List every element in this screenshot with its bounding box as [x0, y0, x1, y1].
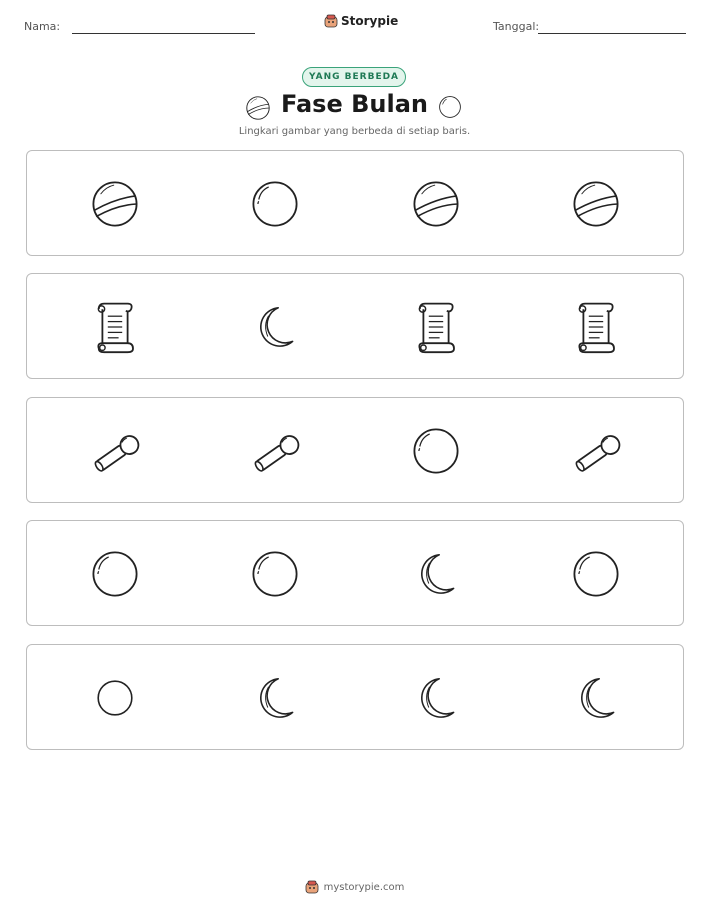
category-badge: YANG BERBEDA	[302, 67, 406, 87]
picture-option[interactable]	[406, 297, 466, 357]
crescent-moon-icon	[572, 672, 620, 724]
bubble-icon	[248, 547, 302, 601]
picture-option[interactable]	[245, 174, 305, 234]
brand-name: Storypie	[341, 14, 399, 28]
microphone-icon	[86, 424, 144, 478]
bubble-icon	[88, 547, 142, 601]
picture-option[interactable]	[245, 544, 305, 604]
brand-logo: Storypie	[324, 14, 398, 28]
name-label: Nama:	[24, 20, 61, 33]
picture-option[interactable]	[566, 297, 626, 357]
picture-option[interactable]	[406, 668, 466, 728]
microphone-icon	[246, 424, 304, 478]
full-moon-icon	[91, 674, 139, 722]
page-title: Fase Bulan	[281, 90, 428, 118]
microphone-icon	[567, 424, 625, 478]
ball-icon	[88, 177, 142, 231]
exercise-row	[26, 273, 684, 379]
picture-option[interactable]	[85, 668, 145, 728]
crescent-moon-icon	[412, 672, 460, 724]
picture-option[interactable]	[245, 421, 305, 481]
footer-url: mystorypie.com	[323, 881, 405, 893]
picture-option[interactable]	[566, 421, 626, 481]
title-icon-right	[437, 94, 463, 124]
date-label: Tanggal:	[493, 20, 540, 33]
storypie-mascot-icon	[324, 14, 338, 28]
instruction-text: Lingkari gambar yang berbeda di setiap b…	[238, 126, 471, 137]
picture-option[interactable]	[245, 668, 305, 728]
footer: mystorypie.com	[0, 880, 709, 894]
date-line[interactable]	[538, 33, 686, 34]
picture-option[interactable]	[85, 174, 145, 234]
crescent-moon-icon	[251, 672, 299, 724]
bubble-icon	[569, 547, 623, 601]
exercise-row	[26, 644, 684, 750]
picture-option[interactable]	[566, 174, 626, 234]
scroll-icon	[412, 300, 460, 354]
exercise-row	[26, 150, 684, 256]
scroll-icon	[91, 300, 139, 354]
bubble-icon	[439, 96, 461, 118]
picture-option[interactable]	[566, 544, 626, 604]
crescent-moon-icon	[251, 301, 299, 353]
picture-option[interactable]	[85, 544, 145, 604]
name-line[interactable]	[72, 33, 255, 34]
bubble-icon	[409, 424, 463, 478]
picture-option[interactable]	[406, 421, 466, 481]
ball-icon	[409, 177, 463, 231]
bubble-icon	[248, 177, 302, 231]
picture-option[interactable]	[406, 174, 466, 234]
exercise-row	[26, 397, 684, 503]
scroll-icon	[572, 300, 620, 354]
ball-icon	[569, 177, 623, 231]
picture-option[interactable]	[85, 421, 145, 481]
picture-option[interactable]	[406, 544, 466, 604]
crescent-moon-icon	[412, 548, 460, 600]
picture-option[interactable]	[566, 668, 626, 728]
picture-option[interactable]	[245, 297, 305, 357]
exercise-row	[26, 520, 684, 626]
storypie-mascot-icon	[305, 880, 319, 894]
picture-option[interactable]	[85, 297, 145, 357]
